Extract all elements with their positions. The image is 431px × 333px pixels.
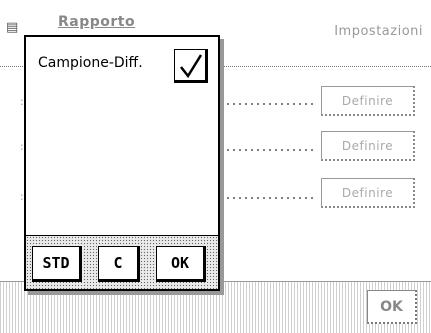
row-leader-dots <box>225 103 313 105</box>
c-button[interactable]: C <box>98 246 140 282</box>
row-leader-dots <box>225 149 313 151</box>
dialog-button-bar: STD C OK <box>26 235 218 289</box>
dialog-ok-button[interactable]: OK <box>156 246 206 282</box>
option-label: Campione-Diff. <box>38 55 143 71</box>
std-button[interactable]: STD <box>32 246 82 282</box>
row-leader-dots <box>225 197 313 199</box>
define-button-2[interactable]: Definire <box>321 131 415 161</box>
settings-label: Impostazioni <box>334 24 423 39</box>
define-button-3[interactable]: Definire <box>321 178 415 208</box>
page-title: Rapporto <box>58 14 136 30</box>
report-icon: ▤ <box>6 20 19 35</box>
footer-ok-button[interactable]: OK <box>367 290 417 324</box>
option-dialog: Campione-Diff. STD C OK <box>24 35 220 291</box>
checkmark-icon <box>180 54 203 79</box>
option-checkbox[interactable] <box>174 49 208 83</box>
define-button-1[interactable]: Definire <box>321 86 415 116</box>
